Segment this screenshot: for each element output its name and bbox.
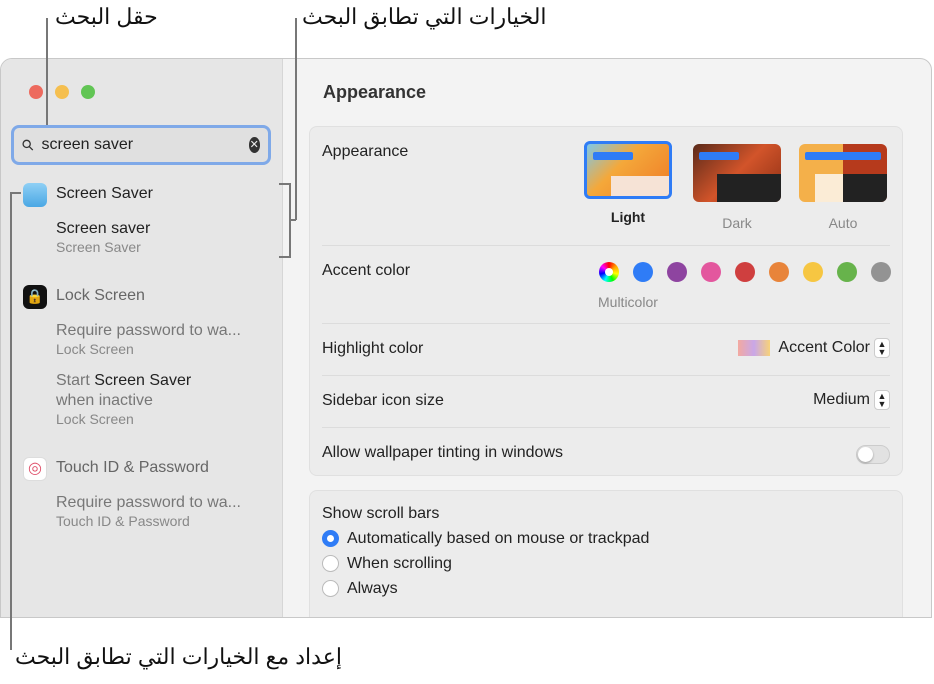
close-button[interactable]	[29, 85, 43, 99]
appearance-light[interactable]: Light	[584, 141, 672, 225]
highlight-popup[interactable]: Accent Color ▲ ▼	[737, 338, 890, 358]
result-item[interactable]: Start Screen Saver when inactive Lock Sc…	[56, 371, 191, 427]
search-input[interactable]	[41, 136, 249, 154]
callout-line	[46, 18, 48, 125]
result-sub: Touch ID & Password	[56, 513, 190, 529]
appearance-card: Appearance Light Dark Auto Accent color …	[309, 126, 903, 476]
callout-bracket	[290, 219, 296, 221]
up-down-chevron-icon: ▲ ▼	[874, 390, 890, 410]
result-text: Screen saver	[56, 220, 151, 237]
appearance-label: Appearance	[322, 143, 409, 160]
option-label: When scrolling	[347, 555, 452, 572]
accent-swatch[interactable]	[803, 262, 823, 282]
accent-swatch[interactable]	[667, 262, 687, 282]
accent-swatch[interactable]	[769, 262, 789, 282]
callout-line	[10, 192, 21, 194]
match-text: Screen Saver	[94, 372, 192, 389]
scroll-bars-option[interactable]: When scrolling	[322, 555, 649, 580]
radio-button[interactable]	[322, 555, 339, 573]
option-label: Auto	[828, 215, 858, 231]
result-title: Lock Screen	[56, 287, 145, 304]
result-item[interactable]: Require password to wa... Touch ID & Pas…	[56, 493, 241, 529]
result-sub: Lock Screen	[56, 341, 134, 357]
scroll-bars-radio-group: Automatically based on mouse or trackpad…	[322, 530, 649, 605]
swatch-multicolor[interactable]	[599, 262, 619, 282]
scroll-bars-label: Show scroll bars	[322, 505, 440, 522]
callout-search-field: حقل البحث	[55, 4, 158, 29]
scroll-bars-card: Show scroll bars Automatically based on …	[309, 490, 903, 617]
highlight-label: Highlight color	[322, 340, 424, 357]
magnifier-icon	[22, 139, 34, 151]
result-sub: Lock Screen	[56, 411, 134, 427]
search-field[interactable]: ✕	[11, 125, 271, 165]
page-title: Appearance	[323, 82, 427, 102]
radio-button[interactable]	[322, 580, 339, 598]
zoom-button[interactable]	[81, 85, 95, 99]
result-item[interactable]: Screen saver Screen Saver	[56, 219, 150, 255]
option-label: Dark	[722, 215, 752, 231]
option-label: Automatically based on mouse or trackpad	[347, 530, 650, 547]
appearance-dark[interactable]: Dark	[693, 144, 781, 231]
fingerprint-icon: ◎	[23, 457, 47, 481]
auto-thumbnail	[799, 144, 887, 202]
result-item[interactable]: Require password to wa... Lock Screen	[56, 321, 241, 357]
result-text: Require password to wa...	[56, 494, 241, 511]
callout-matching-options: الخيارات التي تطابق البحث	[302, 4, 547, 29]
highlight-swatch	[737, 340, 770, 356]
radio-button[interactable]	[322, 530, 339, 548]
callout-line	[295, 18, 297, 220]
callout-line	[10, 192, 12, 650]
main-pane: Appearance Appearance Light Dark Auto Ac…	[283, 59, 931, 617]
option-label: Light	[610, 209, 646, 225]
callout-setting-with-options: إعداد مع الخيارات التي تطابق البحث	[15, 644, 342, 669]
accent-swatch[interactable]	[837, 262, 857, 282]
dark-thumbnail	[693, 144, 781, 202]
sidebar-icon-size-popup[interactable]: Medium ▲ ▼	[813, 390, 890, 410]
result-sub: Screen Saver	[56, 239, 141, 255]
result-text: Start	[56, 372, 95, 389]
tinting-label: Allow wallpaper tinting in windows	[322, 444, 564, 461]
lock-icon: 🔒	[23, 285, 47, 309]
result-text: when inactive	[56, 392, 153, 409]
sidebar-icon-size-value: Medium	[813, 391, 870, 408]
result-title: Touch ID & Password	[56, 459, 209, 476]
screen-saver-icon	[23, 183, 47, 207]
result-title: Screen Saver	[56, 185, 153, 202]
callout-bracket	[279, 183, 290, 185]
sidebar: ✕ Screen Saver Screen saver Screen Saver…	[1, 59, 283, 617]
settings-window: ✕ Screen Saver Screen saver Screen Saver…	[0, 58, 932, 618]
accent-label: Accent color	[322, 262, 411, 279]
sidebar-icon-size-label: Sidebar icon size	[322, 392, 444, 409]
accent-swatch[interactable]	[633, 262, 653, 282]
up-down-chevron-icon: ▲ ▼	[874, 338, 890, 358]
scroll-bars-option[interactable]: Always	[322, 580, 649, 605]
callout-bracket	[279, 256, 290, 258]
accent-swatch[interactable]	[871, 262, 891, 282]
accent-swatches	[599, 262, 899, 284]
tinting-toggle[interactable]	[856, 445, 890, 464]
option-label: Always	[347, 580, 398, 597]
accent-swatch[interactable]	[735, 262, 755, 282]
highlight-value: Accent Color	[778, 339, 870, 356]
light-thumbnail	[584, 141, 672, 199]
accent-selected-label: Multicolor	[598, 294, 658, 310]
x-circle-icon[interactable]: ✕	[248, 137, 260, 153]
minimize-button[interactable]	[55, 85, 69, 99]
accent-swatch[interactable]	[701, 262, 721, 282]
appearance-auto[interactable]: Auto	[799, 144, 887, 231]
result-text: Require password to wa...	[56, 322, 241, 339]
scroll-bars-option[interactable]: Automatically based on mouse or trackpad	[322, 530, 649, 555]
